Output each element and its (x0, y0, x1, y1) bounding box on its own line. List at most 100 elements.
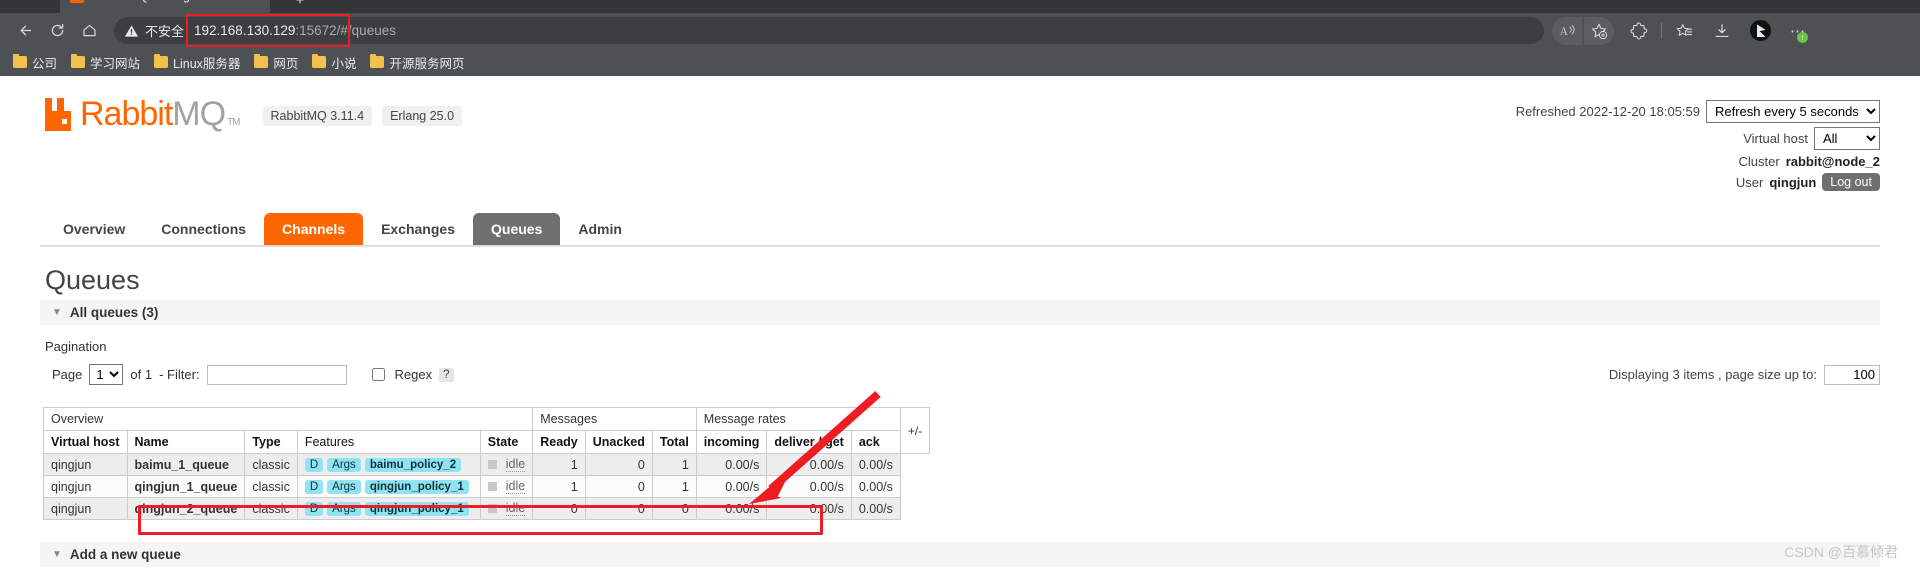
add-favorite-star-icon[interactable] (1584, 16, 1614, 45)
table-row[interactable]: qingjun baimu_1_queue classic D Args baimu… (43, 453, 930, 476)
col-total[interactable]: Total (651, 430, 697, 454)
all-queues-section-header[interactable]: ▼ All queues (3) (40, 300, 1880, 325)
browser-tab[interactable]: RabbitMQ Management × (60, 0, 270, 13)
cell-total: 1 (651, 453, 697, 476)
header-right: Refreshed 2022-12-20 18:05:59 Refresh ev… (1516, 98, 1880, 195)
cell-vhost: qingjun (43, 497, 128, 520)
bookmark-label: Linux服务器 (173, 56, 241, 71)
watermark: CSDN @百慕倾君 (1784, 544, 1898, 560)
user-row: User qingjun Log out (1516, 173, 1880, 191)
url-host: 192.168.130.129 (194, 23, 296, 38)
col-incoming[interactable]: incoming (695, 430, 768, 454)
col-state[interactable]: State (479, 430, 534, 454)
log-out-button[interactable]: Log out (1822, 173, 1880, 191)
col-ready[interactable]: Ready (532, 430, 586, 454)
vhost-select[interactable]: All (1814, 127, 1880, 150)
url-text[interactable]: 192.168.130.129 :15672/#/queues (186, 14, 396, 47)
feature-args-tag: Args (327, 458, 361, 472)
cell-deliver-get: 0.00/s (766, 497, 852, 520)
filter-input[interactable] (206, 364, 347, 385)
table-row[interactable]: qingjun qingjun_2_queue classic D Args qin… (43, 497, 930, 520)
bookmark-item[interactable]: 小说 (305, 50, 363, 75)
cell-queue-name[interactable]: qingjun_2_queue (126, 497, 246, 520)
home-icon[interactable] (74, 17, 104, 45)
cell-ack: 0.00/s (850, 453, 901, 476)
bookmarks-bar: 公司 学习网站 Linux服务器 网页 小说 开源服务网页 (0, 48, 1920, 76)
page-label: Page (52, 367, 83, 382)
folder-icon (71, 53, 86, 68)
svg-text:A: A (1559, 26, 1567, 38)
new-tab-icon[interactable]: + (285, 0, 315, 12)
logo-tm-text: TM (227, 117, 240, 128)
tab-connections[interactable]: Connections (143, 213, 264, 245)
user-label: User (1735, 174, 1764, 190)
bookmark-label: 小说 (331, 56, 357, 71)
read-aloud-icon[interactable]: A (1552, 16, 1582, 45)
close-icon[interactable]: × (253, 0, 260, 3)
col-deliver-get[interactable]: deliver / get (766, 430, 852, 454)
tab-queues[interactable]: Queues (473, 213, 561, 245)
rabbitmq-header: RabbitMQ TM RabbitMQ 3.11.4 Erlang 25.0 R… (40, 76, 1880, 195)
feature-policy-tag[interactable]: baimu_policy_2 (364, 458, 462, 472)
tab-admin[interactable]: Admin (560, 213, 640, 245)
cell-queue-name[interactable]: baimu_1_queue (126, 453, 246, 476)
feature-policy-tag[interactable]: qingjun_policy_1 (364, 502, 469, 516)
back-arrow-icon[interactable] (10, 17, 40, 45)
col-ack[interactable]: ack (850, 430, 901, 454)
version-pills: RabbitMQ 3.11.4 Erlang 25.0 (262, 106, 463, 130)
cell-deliver-get: 0.00/s (766, 453, 852, 476)
table-row[interactable]: qingjun qingjun_1_queue classic D Args qin… (43, 475, 930, 498)
collections-star-icon[interactable] (1669, 17, 1699, 45)
bookmark-item[interactable]: 公司 (6, 50, 64, 75)
bookmark-label: 开源服务网页 (389, 56, 465, 71)
rabbitmq-logo[interactable]: RabbitMQ TM RabbitMQ 3.11.4 Erlang 25.0 (40, 97, 463, 132)
cell-unacked: 0 (584, 475, 653, 498)
cell-queue-name[interactable]: qingjun_1_queue (126, 475, 246, 498)
displaying-label: Displaying 3 items , page size up to: (1608, 367, 1817, 382)
user-value: qingjun (1769, 174, 1817, 190)
col-type[interactable]: Type (244, 430, 298, 454)
cell-vhost: qingjun (43, 453, 128, 476)
downloads-icon[interactable] (1707, 17, 1737, 45)
cell-type: classic (244, 497, 298, 520)
bookmark-item[interactable]: Linux服务器 (147, 50, 247, 75)
tab-channels[interactable]: Channels (264, 213, 364, 245)
bookmark-item[interactable]: 学习网站 (64, 50, 147, 75)
cell-total: 0 (651, 497, 697, 520)
cell-spacer (900, 453, 930, 476)
tab-strip: RabbitMQ Management × + (0, 0, 1920, 13)
state-label: idle (505, 457, 526, 472)
folder-icon (370, 53, 385, 68)
cell-ready: 1 (532, 475, 586, 498)
reload-icon[interactable] (42, 17, 72, 45)
rabbitmq-version-pill: RabbitMQ 3.11.4 (262, 106, 373, 127)
feature-args-tag: Args (327, 480, 361, 494)
queues-table-body: qingjun baimu_1_queue classic D Args baimu… (43, 453, 930, 520)
filter-label: - Filter: (159, 367, 200, 382)
page-size-input[interactable] (1824, 364, 1880, 385)
col-name[interactable]: Name (126, 430, 246, 454)
more-settings-icon[interactable]: ⋯ ↑ (1783, 17, 1813, 45)
profile-avatar-icon[interactable] (1745, 17, 1775, 45)
add-new-queue-section-header[interactable]: ▼ Add a new queue (40, 542, 1880, 567)
feature-policy-tag[interactable]: qingjun_policy_1 (364, 480, 469, 494)
folder-icon (154, 53, 169, 68)
regex-checkbox[interactable] (371, 368, 385, 381)
column-toggle-button[interactable]: +/- (899, 407, 931, 454)
group-messages: Messages (532, 407, 697, 431)
bookmark-item[interactable]: 开源服务网页 (363, 50, 471, 75)
browser-navbar: 不安全 192.168.130.129 :15672/#/queues A ⋯ … (0, 13, 1920, 48)
col-virtual-host[interactable]: Virtual host (43, 430, 128, 454)
refresh-interval-select[interactable]: Refresh every 5 seconds (1706, 100, 1880, 123)
extensions-puzzle-icon[interactable] (1624, 17, 1654, 45)
tab-exchanges[interactable]: Exchanges (363, 213, 473, 245)
address-bar[interactable]: 不安全 192.168.130.129 :15672/#/queues (114, 14, 1544, 47)
page-select[interactable]: 1 (89, 364, 124, 385)
tab-overview[interactable]: Overview (45, 213, 143, 245)
not-secure-warning-icon (124, 24, 139, 38)
col-unacked[interactable]: Unacked (584, 430, 653, 454)
bookmark-item[interactable]: 网页 (247, 50, 305, 75)
tab-favicon (70, 0, 84, 3)
regex-help-icon[interactable]: ? (439, 367, 454, 382)
state-indicator-icon (487, 504, 497, 513)
